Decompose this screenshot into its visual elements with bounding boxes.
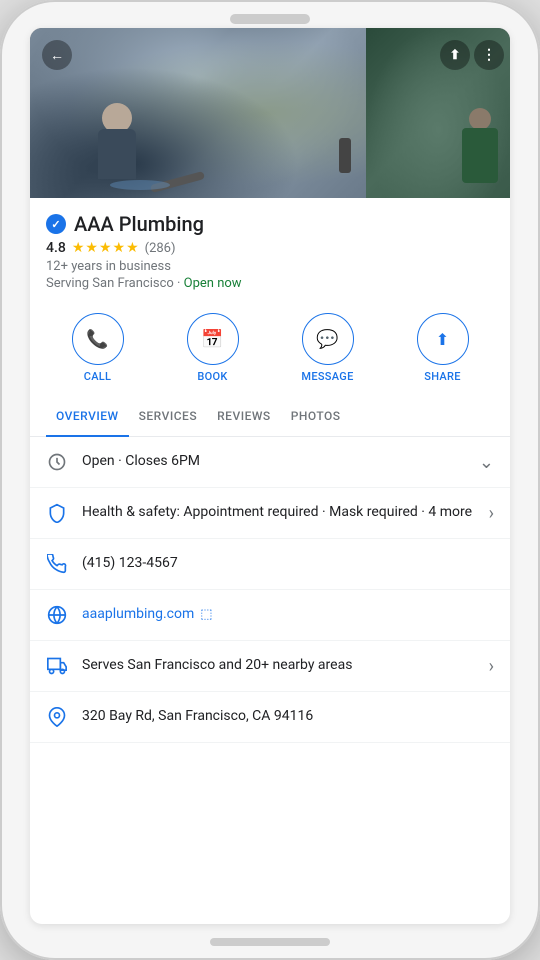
- call-icon: 📞: [86, 329, 108, 350]
- verified-badge: ✓: [46, 214, 66, 234]
- star-rating: ★ ★ ★ ★ ★: [72, 240, 139, 256]
- external-link-icon: ⬚: [200, 606, 212, 624]
- address-text: 320 Bay Rd, San Francisco, CA 94116: [82, 707, 494, 727]
- share-action[interactable]: ⬆ SHARE: [391, 313, 494, 383]
- phone-frame: ← ⬆ ⋮ ✓ AAA Plumbing 4.8 ★ ★: [0, 0, 540, 960]
- health-safety-row[interactable]: Health & safety: Appointment required · …: [30, 488, 510, 539]
- service-area-chevron: ›: [489, 656, 494, 677]
- book-icon: 📅: [201, 329, 223, 350]
- share-header-icon: ⬆: [450, 48, 461, 63]
- more-header-button[interactable]: ⋮: [474, 40, 504, 70]
- website-text: aaaplumbing.com ⬚: [82, 605, 494, 625]
- info-list: Open · Closes 6PM ⌄ Health & safety: App…: [30, 437, 510, 924]
- hours-row[interactable]: Open · Closes 6PM ⌄: [30, 437, 510, 488]
- separator: ·: [177, 276, 184, 291]
- serving-status-row: Serving San Francisco · Open now: [46, 276, 494, 291]
- tab-overview[interactable]: OVERVIEW: [46, 397, 129, 437]
- service-area-row[interactable]: Serves San Francisco and 20+ nearby area…: [30, 641, 510, 692]
- years-in-business: 12+ years in business: [46, 259, 494, 274]
- globe-icon: [46, 604, 68, 626]
- clock-icon: [46, 451, 68, 473]
- share-icon: ⬆: [436, 330, 449, 349]
- book-label: BOOK: [197, 370, 227, 383]
- hours-text: Open · Closes 6PM: [82, 452, 465, 472]
- call-label: CALL: [84, 370, 112, 383]
- share-button-circle: ⬆: [417, 313, 469, 365]
- star-3: ★: [99, 240, 112, 256]
- business-name-row: ✓ AAA Plumbing: [46, 212, 494, 236]
- tab-photos[interactable]: PHOTOS: [281, 397, 351, 437]
- website-url: aaaplumbing.com: [82, 605, 194, 625]
- back-icon: ←: [50, 47, 64, 64]
- service-area-text: Serves San Francisco and 20+ nearby area…: [82, 656, 475, 676]
- tab-services[interactable]: SERVICES: [129, 397, 208, 437]
- message-icon: 💬: [316, 329, 338, 350]
- open-status: Open now: [184, 276, 242, 291]
- location-icon: [46, 706, 68, 728]
- rating-row: 4.8 ★ ★ ★ ★ ★ (286): [46, 240, 494, 256]
- tab-reviews[interactable]: REVIEWS: [207, 397, 281, 437]
- more-header-icon: ⋮: [482, 47, 496, 63]
- tabs-bar: OVERVIEW SERVICES REVIEWS PHOTOS: [30, 397, 510, 437]
- star-1: ★: [72, 240, 85, 256]
- share-label: SHARE: [424, 370, 461, 383]
- book-button-circle: 📅: [187, 313, 239, 365]
- phone-notch-top: [230, 14, 310, 24]
- back-button[interactable]: ←: [42, 40, 72, 70]
- health-safety-chevron: ›: [489, 503, 494, 524]
- shield-icon: [46, 502, 68, 524]
- share-header-button[interactable]: ⬆: [440, 40, 470, 70]
- message-label: MESSAGE: [301, 370, 353, 383]
- phone-notch-bottom: [210, 938, 330, 946]
- image-area: ← ⬆ ⋮: [30, 28, 510, 198]
- rating-number: 4.8: [46, 240, 66, 256]
- review-count: (286): [145, 241, 176, 256]
- phone-row[interactable]: (415) 123-4567: [30, 539, 510, 590]
- phone-screen: ← ⬆ ⋮ ✓ AAA Plumbing 4.8 ★ ★: [30, 28, 510, 924]
- website-row[interactable]: aaaplumbing.com ⬚: [30, 590, 510, 641]
- hours-expand-icon: ⌄: [479, 452, 494, 473]
- call-action[interactable]: 📞 CALL: [46, 313, 149, 383]
- message-action[interactable]: 💬 MESSAGE: [276, 313, 379, 383]
- image-area-inner: [30, 28, 510, 198]
- star-4: ★: [113, 240, 126, 256]
- business-name: AAA Plumbing: [74, 212, 204, 236]
- message-button-circle: 💬: [302, 313, 354, 365]
- serving-text: Serving San Francisco: [46, 276, 174, 291]
- truck-icon: [46, 655, 68, 677]
- verified-checkmark: ✓: [51, 218, 60, 231]
- star-2: ★: [85, 240, 98, 256]
- star-5: ★: [126, 240, 139, 256]
- business-info: ✓ AAA Plumbing 4.8 ★ ★ ★ ★ ★ (286) 12+ y…: [30, 198, 510, 303]
- photo-main: [30, 28, 366, 198]
- phone-icon: [46, 553, 68, 575]
- address-row[interactable]: 320 Bay Rd, San Francisco, CA 94116: [30, 692, 510, 743]
- phone-text: (415) 123-4567: [82, 554, 494, 574]
- health-safety-text: Health & safety: Appointment required · …: [82, 503, 475, 523]
- book-action[interactable]: 📅 BOOK: [161, 313, 264, 383]
- action-buttons-row: 📞 CALL 📅 BOOK 💬 MESSAGE ⬆ SHAR: [30, 303, 510, 397]
- call-button-circle: 📞: [72, 313, 124, 365]
